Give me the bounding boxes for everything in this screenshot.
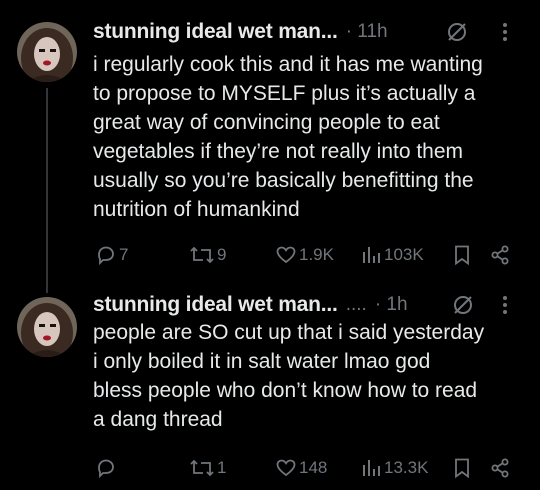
reply-icon [95, 457, 117, 479]
more-icon[interactable] [501, 22, 509, 47]
reply-count: 7 [119, 245, 129, 264]
thread-connector [46, 88, 48, 293]
bookmark-button[interactable] [450, 241, 472, 269]
like-count: 148 [299, 458, 328, 477]
repost-button[interactable]: 9 [187, 241, 226, 269]
like-icon [275, 244, 297, 266]
like-button[interactable]: 148 [273, 454, 327, 482]
views-button[interactable]: 13.3K [358, 454, 428, 482]
share-icon [489, 457, 511, 479]
avatar[interactable] [17, 22, 77, 82]
hide-icon[interactable] [445, 20, 469, 49]
author-name[interactable]: stunning ideal wet man... [93, 293, 338, 317]
share-button[interactable] [487, 241, 511, 269]
views-icon [360, 244, 382, 266]
repost-icon [189, 457, 215, 479]
like-icon [275, 457, 297, 479]
repost-count: 1 [217, 458, 227, 477]
share-icon [489, 244, 511, 266]
repost-count: 9 [217, 245, 227, 264]
author-name[interactable]: stunning ideal wet man... [93, 20, 338, 44]
post-text: i regularly cook this and it has me want… [93, 53, 483, 221]
repost-button[interactable]: 1 [187, 454, 226, 482]
post-time[interactable]: · 11h [346, 21, 388, 43]
more-icon[interactable] [501, 295, 509, 320]
views-button[interactable]: 103K [358, 241, 424, 269]
reply-icon [95, 244, 117, 266]
views-icon [360, 457, 382, 479]
handle-truncated[interactable]: .... [346, 294, 367, 316]
reply-button[interactable]: 7 [93, 241, 128, 269]
reply-button[interactable] [93, 454, 119, 482]
action-bar: 7 9 1.9K 103K [93, 241, 523, 269]
action-bar: 1 148 13.3K [93, 454, 523, 482]
post-time[interactable]: · 1h [375, 294, 408, 316]
like-count: 1.9K [299, 245, 334, 264]
bookmark-button[interactable] [450, 454, 472, 482]
views-count: 13.3K [384, 458, 429, 477]
avatar[interactable] [17, 297, 77, 357]
post-header: stunning ideal wet man... · 11h [93, 18, 533, 46]
share-button[interactable] [487, 454, 511, 482]
post-text: people are SO cut up that i said yesterd… [93, 321, 485, 431]
repost-icon [189, 244, 215, 266]
like-button[interactable]: 1.9K [273, 241, 334, 269]
views-count: 103K [384, 245, 424, 264]
bookmark-icon [452, 244, 472, 266]
post-header: stunning ideal wet man... .... · 1h [93, 291, 533, 319]
bookmark-icon [452, 457, 472, 479]
